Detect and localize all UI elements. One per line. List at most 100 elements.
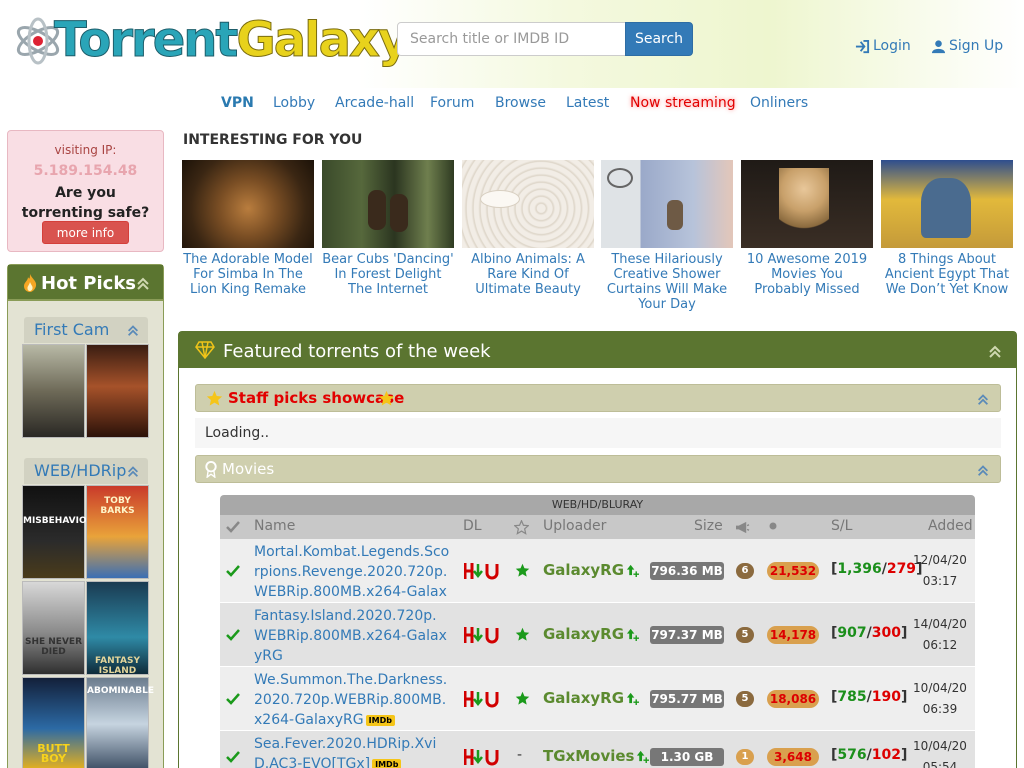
poster-she-never-died[interactable]: SHE NEVER DIED <box>22 581 85 675</box>
uploader[interactable]: GalaxyRG <box>543 689 640 707</box>
search-button[interactable]: Search <box>625 22 693 56</box>
poster-toby-barks[interactable]: TOBY BARKS <box>86 485 149 579</box>
collapse-icon[interactable] <box>126 323 140 337</box>
card-caption[interactable]: 8 Things About Ancient Egypt That We Don… <box>881 252 1013 297</box>
table-row[interactable]: Mortal.Kombat.Legends.Scorpions.Revenge.… <box>220 539 975 620</box>
card-image <box>462 160 594 248</box>
poster-first-cam-2[interactable] <box>86 344 149 438</box>
staff-picks-bar[interactable]: Staff picks showcase <box>195 384 1001 412</box>
table-row[interactable]: We.Summon.The.Darkness.2020.720p.WEBRip.… <box>220 667 975 731</box>
page-header: TorrentGalaxy Search Login Sign Up <box>0 0 1024 88</box>
poster-title: BUTT BOY <box>37 742 70 765</box>
uploader-name[interactable]: TGxMovies <box>543 747 634 765</box>
torrent-name-link[interactable]: Fantasy.Island.2020.720p.WEBRip.800MB.x2… <box>254 608 447 664</box>
star-icon <box>378 390 395 406</box>
column-dl: DL <box>463 518 482 534</box>
nav-item-forum[interactable]: Forum <box>430 95 474 111</box>
download-icons[interactable] <box>464 690 502 708</box>
collapse-icon[interactable] <box>976 463 990 477</box>
added-date: 12/04/20 03:17 <box>910 550 970 592</box>
interesting-card[interactable]: 10 Awesome 2019 Movies You Probably Miss… <box>741 160 873 297</box>
nav-item-vpn[interactable]: VPN <box>221 95 254 111</box>
nav-item-latest[interactable]: Latest <box>566 95 609 111</box>
torrent-name[interactable]: We.Summon.The.Darkness.2020.720p.WEBRip.… <box>254 670 450 730</box>
card-caption[interactable]: These Hilariously Creative Shower Curtai… <box>601 252 733 312</box>
interesting-card[interactable]: These Hilariously Creative Shower Curtai… <box>601 160 733 312</box>
more-info-button[interactable]: more info <box>42 221 129 244</box>
featured-torrents-panel: Featured torrents of the week Staff pick… <box>178 331 1017 768</box>
star-icon <box>206 390 223 406</box>
interesting-card[interactable]: The Adorable Model For Simba In The Lion… <box>182 160 314 297</box>
uploader-name[interactable]: GalaxyRG <box>543 689 624 707</box>
poster-misbehaviour[interactable]: MISBEHAVIOUR <box>22 485 101 579</box>
torrent-name-link[interactable]: We.Summon.The.Darkness.2020.720p.WEBRip.… <box>254 672 447 728</box>
nav-item-arcade-hall[interactable]: Arcade-hall <box>335 95 414 111</box>
column-added[interactable]: Added <box>928 518 973 534</box>
nav-item-onliners[interactable]: Onliners <box>750 95 808 111</box>
interesting-card[interactable]: Bear Cubs 'Dancing' In Forest Delight Th… <box>322 160 454 297</box>
download-icons[interactable] <box>464 626 502 644</box>
comments-count: 1 <box>736 749 754 765</box>
login-link[interactable]: Login <box>855 38 911 54</box>
column-seeders-leechers[interactable]: S/L <box>831 518 852 534</box>
card-caption[interactable]: 10 Awesome 2019 Movies You Probably Miss… <box>741 252 873 297</box>
collapse-icon[interactable] <box>126 464 140 478</box>
poster-abominable[interactable]: ABOMINABLE <box>86 677 154 768</box>
added-day: 14/04/20 <box>913 617 967 631</box>
movies-bar[interactable]: Movies <box>195 455 1001 483</box>
poster-fantasy-island[interactable]: FANTASY ISLAND <box>86 581 149 676</box>
seeders: 785 <box>837 689 867 705</box>
collapse-icon[interactable] <box>987 343 1003 359</box>
hot-picks-category-web-hdrip[interactable]: WEB/HDRip <box>24 458 148 484</box>
uploader-name[interactable]: GalaxyRG <box>543 625 624 643</box>
table-row[interactable]: Sea.Fever.2020.HDRip.XviD.AC3-EVO[TGx] IM… <box>220 731 975 768</box>
uploader[interactable]: TGxMovies <box>543 747 650 765</box>
imdb-badge[interactable]: IMDb <box>372 758 402 768</box>
uploader-name[interactable]: GalaxyRG <box>543 561 624 579</box>
added-day: 12/04/20 <box>913 553 967 567</box>
leechers: 300 <box>871 625 901 641</box>
uploader-rank-icon <box>637 750 650 763</box>
collapse-icon[interactable] <box>976 392 990 406</box>
comments-count: 6 <box>736 563 754 579</box>
nav-item-lobby[interactable]: Lobby <box>273 95 315 111</box>
star-outline-icon <box>514 520 529 535</box>
nav-item-now-streaming[interactable]: Now streaming <box>630 95 736 111</box>
hot-picks-category-first-cam[interactable]: First Cam <box>24 317 148 343</box>
imdb-badge[interactable]: IMDb <box>365 714 395 726</box>
search-input[interactable] <box>397 22 626 56</box>
leechers: 190 <box>871 689 901 705</box>
download-icons[interactable] <box>464 562 502 580</box>
poster-first-cam-1[interactable] <box>22 344 85 438</box>
added-time: 03:17 <box>922 574 958 588</box>
column-name[interactable]: Name <box>254 518 295 534</box>
download-icons[interactable] <box>464 748 502 766</box>
table-caption: WEB/HD/BLURAY <box>220 495 975 515</box>
added-date: 10/04/20 06:39 <box>910 678 970 720</box>
site-logo[interactable]: TorrentGalaxy <box>14 8 410 74</box>
collapse-icon[interactable] <box>135 275 151 291</box>
card-image <box>881 160 1013 248</box>
column-size[interactable]: Size <box>694 518 723 534</box>
card-caption[interactable]: Albino Animals: A Rare Kind Of Ultimate … <box>462 252 594 297</box>
ip-address: 5.189.154.48 <box>33 163 138 179</box>
torrent-name[interactable]: Sea.Fever.2020.HDRip.XviD.AC3-EVO[TGx] IM… <box>254 734 450 768</box>
card-caption[interactable]: Bear Cubs 'Dancing' In Forest Delight Th… <box>322 252 454 297</box>
staff-picks-content: Loading.. <box>195 418 1001 448</box>
interesting-card[interactable]: 8 Things About Ancient Egypt That We Don… <box>881 160 1013 297</box>
nav-item-browse[interactable]: Browse <box>495 95 546 111</box>
interesting-card[interactable]: Albino Animals: A Rare Kind Of Ultimate … <box>462 160 594 297</box>
size-badge: 1.30 GB <box>650 748 724 766</box>
favorite-star-icon[interactable] <box>515 691 530 706</box>
size-badge: 796.36 MB <box>650 562 724 580</box>
table-row[interactable]: Fantasy.Island.2020.720p.WEBRip.800MB.x2… <box>220 603 975 682</box>
poster-butt-boy[interactable]: BUTT BOY <box>22 677 85 768</box>
card-caption[interactable]: The Adorable Model For Simba In The Lion… <box>182 252 314 297</box>
uploader[interactable]: GalaxyRG <box>543 561 640 579</box>
favorite-star-icon[interactable] <box>515 627 530 642</box>
favorite-star-icon[interactable] <box>515 563 530 578</box>
uploader[interactable]: GalaxyRG <box>543 625 640 643</box>
signup-link[interactable]: Sign Up <box>931 38 1003 54</box>
torrent-name-link[interactable]: Sea.Fever.2020.HDRip.XviD.AC3-EVO[TGx] <box>254 736 436 768</box>
column-uploader[interactable]: Uploader <box>543 518 606 534</box>
